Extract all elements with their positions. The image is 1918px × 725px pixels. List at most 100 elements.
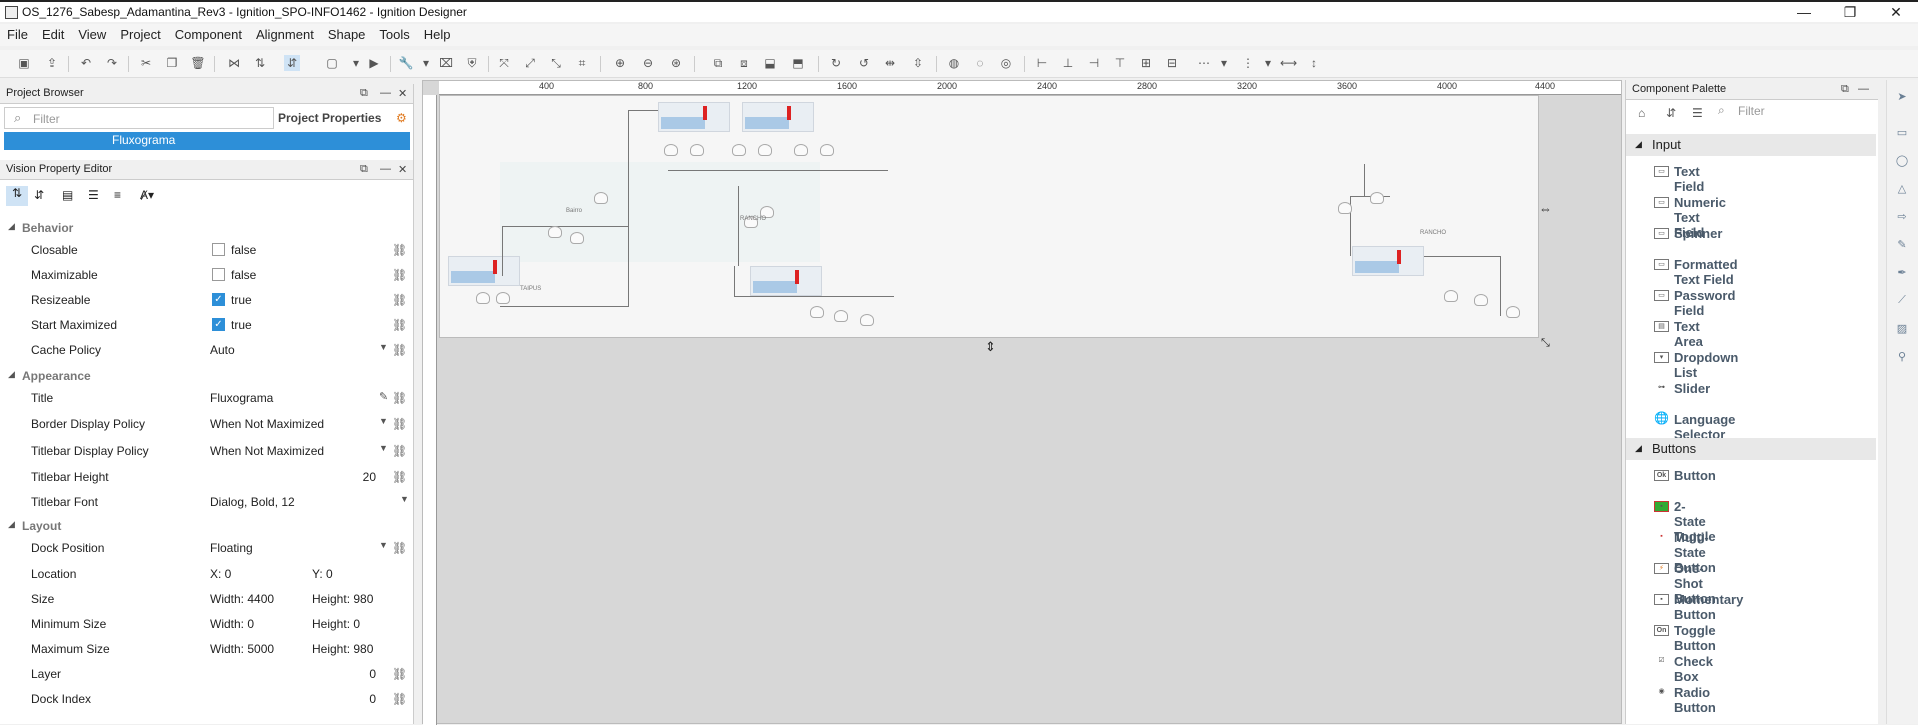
sort-alpha-icon[interactable]: ⇵: [34, 188, 44, 202]
palette-section-input[interactable]: ◢ Input: [1626, 134, 1876, 156]
palette-sort-icon[interactable]: ⇵: [1666, 106, 1676, 120]
palette-filter-input[interactable]: ⌕ Filter: [1718, 100, 1868, 122]
reservoir-tank[interactable]: [1352, 246, 1424, 276]
menu-alignment[interactable]: Alignment: [249, 24, 321, 45]
play-icon[interactable]: ▶: [366, 55, 382, 71]
prop-maximum-size[interactable]: Maximum Size Width: 5000 Height: 980: [0, 637, 412, 662]
minimize-panel-icon[interactable]: —: [380, 87, 391, 99]
pump-icon[interactable]: [548, 226, 562, 238]
cut-icon[interactable]: ✂: [138, 55, 154, 71]
pump-icon[interactable]: [496, 292, 510, 304]
filter-props-icon[interactable]: ☰: [88, 188, 99, 202]
pump-icon[interactable]: [810, 306, 824, 318]
size-height[interactable]: Height: 980: [312, 592, 373, 606]
menu-project[interactable]: Project: [113, 24, 167, 45]
link-icon[interactable]: ⛓: [392, 470, 407, 484]
link-icon[interactable]: ⛓: [392, 243, 407, 257]
line-tool-icon[interactable]: ⟋: [1895, 294, 1909, 308]
max-size-width[interactable]: Width: 5000: [210, 642, 274, 656]
flip-h-icon[interactable]: ⇹: [882, 55, 898, 71]
pump-icon[interactable]: [664, 144, 678, 156]
same-width-icon[interactable]: ⟷: [1280, 55, 1297, 71]
group-icon[interactable]: ⧉: [710, 55, 726, 71]
sort-category-icon[interactable]: ⇅: [6, 186, 28, 206]
prop-dock-index[interactable]: Dock Index 0 ⛓: [0, 687, 412, 712]
pump-icon[interactable]: [570, 232, 584, 244]
align-top-icon[interactable]: ⊤: [1112, 55, 1128, 71]
link-icon[interactable]: ⛓: [392, 541, 407, 555]
link-icon[interactable]: ⛓: [392, 293, 407, 307]
pen-tool-icon[interactable]: ✒: [1895, 266, 1909, 280]
pump-icon[interactable]: [1506, 306, 1520, 318]
space-v-icon[interactable]: ⋮: [1240, 55, 1256, 71]
resize-handle-vertical[interactable]: ⇕: [985, 339, 996, 355]
zoom-out-icon[interactable]: ⊖: [640, 55, 656, 71]
chevron-down-icon[interactable]: ▼: [379, 443, 388, 453]
pointer-icon[interactable]: ➤: [1895, 90, 1909, 104]
prop-size[interactable]: Size Width: 4400 Height: 980: [0, 587, 412, 612]
chevron-down-icon[interactable]: ▼: [379, 416, 388, 426]
project-properties-button[interactable]: Project Properties: [278, 111, 381, 125]
link-icon[interactable]: ⛓: [392, 667, 407, 681]
prop-location[interactable]: Location X: 0 Y: 0: [0, 562, 412, 587]
float-icon[interactable]: ⧉: [360, 163, 368, 176]
chevron-down-icon[interactable]: ▼: [379, 540, 388, 550]
title-field[interactable]: Fluxograma: [210, 391, 273, 405]
undo-icon[interactable]: ↶: [78, 55, 94, 71]
shrink-icon[interactable]: ⤡: [548, 55, 564, 71]
fit-icon[interactable]: ⤢: [522, 55, 538, 71]
fluxograma-window-canvas[interactable]: Bairro RANCHO TAIPUS RANCHO: [439, 95, 1539, 338]
shield-icon[interactable]: ⛨: [464, 55, 480, 71]
pump-icon[interactable]: [820, 144, 834, 156]
pump-icon[interactable]: [758, 144, 772, 156]
start-maximized-checkbox[interactable]: ✓: [212, 318, 225, 331]
layer-value[interactable]: 0: [369, 667, 376, 681]
section-appearance[interactable]: ◢ Appearance: [0, 366, 412, 386]
align-left-icon[interactable]: ⊢: [1034, 55, 1050, 71]
palette-section-buttons[interactable]: ◢ Buttons: [1626, 438, 1876, 460]
menu-tools[interactable]: Tools: [372, 24, 416, 45]
prop-border-display-policy[interactable]: Border Display Policy When Not Maximized…: [0, 412, 412, 437]
min-size-width[interactable]: Width: 0: [210, 617, 254, 631]
close-panel-icon[interactable]: ✕: [398, 163, 407, 176]
ellipse-tool-icon[interactable]: ◯: [1895, 154, 1909, 168]
palette-list-icon[interactable]: ☰: [1692, 106, 1703, 120]
align-center-icon[interactable]: ⊥: [1060, 55, 1076, 71]
prop-titlebar-display-policy[interactable]: Titlebar Display Policy When Not Maximiz…: [0, 439, 412, 464]
edit-icon[interactable]: ✎: [379, 390, 388, 403]
maximizable-checkbox[interactable]: [212, 268, 225, 281]
close-button[interactable]: ✕: [1874, 3, 1918, 21]
dock-position-select[interactable]: Floating: [210, 541, 253, 555]
project-filter-input[interactable]: ⌕ Filter: [4, 107, 274, 129]
pump-icon[interactable]: [1370, 192, 1384, 204]
pump-icon[interactable]: [794, 144, 808, 156]
palette-view-icon[interactable]: ⌂: [1638, 106, 1645, 120]
max-size-height[interactable]: Height: 980: [312, 642, 373, 656]
pump-icon[interactable]: [834, 310, 848, 322]
titlebar-font-value[interactable]: Dialog, Bold, 12: [210, 495, 295, 509]
pump-icon[interactable]: [594, 192, 608, 204]
pump-icon[interactable]: [1474, 294, 1488, 306]
publish-icon[interactable]: ⇪: [44, 55, 60, 71]
menu-view[interactable]: View: [71, 24, 113, 45]
link-icon[interactable]: ⛓: [392, 391, 407, 405]
prop-titlebar-height[interactable]: Titlebar Height 20 ⛓: [0, 465, 412, 490]
rotate-icon[interactable]: ↻: [828, 55, 844, 71]
chevron-down-icon[interactable]: ▼: [379, 342, 388, 352]
titlebar-height-value[interactable]: 20: [363, 470, 376, 484]
minimize-button[interactable]: —: [1782, 3, 1826, 21]
align-right-icon[interactable]: ⊣: [1086, 55, 1102, 71]
delete-icon[interactable]: 🗑: [190, 55, 206, 71]
align-bottom-icon[interactable]: ⊟: [1164, 55, 1180, 71]
prop-start-maximized[interactable]: Start Maximized ✓ true ⛓: [0, 313, 412, 338]
redo-icon[interactable]: ↷: [104, 55, 120, 71]
border-policy-select[interactable]: When Not Maximized: [210, 417, 324, 431]
menu-component[interactable]: Component: [168, 24, 249, 45]
titlebar-policy-select[interactable]: When Not Maximized: [210, 444, 324, 458]
ungroup-icon[interactable]: ⧈: [736, 55, 752, 71]
reservoir-tank[interactable]: [448, 256, 520, 286]
dock-index-value[interactable]: 0: [369, 692, 376, 706]
menu-shape[interactable]: Shape: [321, 24, 373, 45]
prop-title[interactable]: Title Fluxograma ✎ ⛓: [0, 386, 412, 411]
link-icon[interactable]: ⛓: [392, 444, 407, 458]
